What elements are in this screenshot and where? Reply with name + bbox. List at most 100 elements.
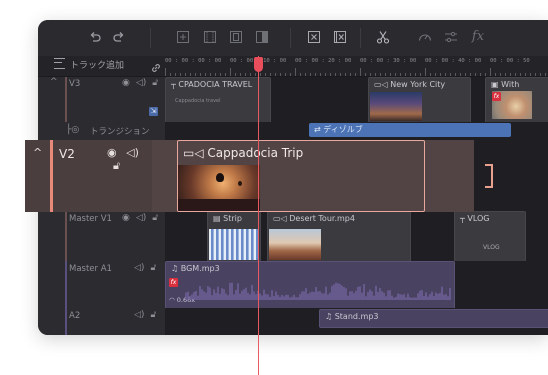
ruler-tick	[520, 73, 521, 76]
clip-vlog[interactable]: ┬ VLOG VLOG	[454, 211, 526, 262]
clip-strip[interactable]: ▤ Strip	[207, 211, 261, 262]
ruler-tick	[485, 73, 486, 76]
ruler-tick	[470, 73, 471, 76]
clip-cappadocia-travel[interactable]: ┬ CPADOCIA TRAVEL Cappadocia travel	[165, 77, 271, 123]
ruler-tick	[505, 73, 506, 76]
add-track-button[interactable]: トラック追加	[54, 58, 124, 71]
ruler-tick	[290, 73, 291, 76]
delete-icon[interactable]	[306, 29, 322, 45]
collapse-icon[interactable]: ^	[33, 146, 42, 159]
collapse-icon[interactable]: ^	[50, 77, 58, 87]
track-lane-master-v1[interactable]: ▤ Strip ▭◁ Desert Tour.mp4 ┬ VLOG VLOG	[165, 211, 548, 262]
ruler-tick	[315, 73, 316, 76]
clip-new-york-city[interactable]: ▭◁ New York City	[368, 77, 471, 123]
track-lane-master-a1[interactable]: ♫ BGM.mp3 fx ◠ 0.66x	[165, 261, 548, 309]
ruler-tick	[465, 73, 466, 76]
track-color-bar	[65, 308, 67, 335]
clip-stand[interactable]: ♫ Stand.mp3	[319, 309, 548, 328]
ruler-tick	[360, 68, 361, 76]
clip-bgm[interactable]: ♫ BGM.mp3 fx ◠ 0.66x	[165, 261, 455, 309]
mute-icon[interactable]: ◁)	[136, 78, 146, 88]
ruler-tick	[200, 73, 201, 76]
ruler-tick	[300, 73, 301, 76]
ruler-tick	[210, 73, 211, 76]
panel-icon[interactable]	[254, 29, 270, 45]
link-icon[interactable]	[150, 59, 162, 72]
ruler-tick	[415, 73, 416, 76]
ruler-tick	[540, 73, 541, 76]
clip-dissolve[interactable]: ⇄ ディゾルブ	[309, 123, 511, 137]
strip-thumbnail	[209, 229, 259, 260]
clip-desert-tour[interactable]: ▭◁ Desert Tour.mp4	[267, 211, 411, 262]
ruler-tick	[545, 73, 546, 76]
lock-icon[interactable]: 🔓︎	[152, 78, 158, 88]
visibility-icon[interactable]: ◉	[122, 78, 130, 88]
track-lane-v2[interactable]: ▭◁ Cappadocia Trip	[152, 140, 474, 212]
track-lane-transition[interactable]: ⇄ ディゾルブ	[165, 122, 548, 139]
ruler-tick	[535, 73, 536, 76]
ruler-tick	[245, 73, 246, 76]
ruler-tick	[435, 73, 436, 76]
ruler-tick	[250, 73, 251, 76]
clip-with[interactable]: ▣ With fx	[485, 77, 548, 123]
ruler-tick	[405, 73, 406, 76]
track-controls: ◉ ◁) 🔓︎	[116, 78, 158, 88]
ruler-tick	[490, 68, 491, 76]
new-york-thumbnail	[370, 92, 422, 121]
track-lane-v3[interactable]: ┬ CPADOCIA TRAVEL Cappadocia travel ▭◁ N…	[165, 77, 548, 123]
clip-title: ▭◁ Cappadocia Trip	[183, 146, 303, 160]
playhead-line	[258, 56, 259, 375]
clip-cappadocia-trip[interactable]: ▭◁ Cappadocia Trip	[177, 140, 425, 212]
ruler-tick	[335, 73, 336, 76]
ruler-tick	[330, 73, 331, 76]
balloon-shape	[216, 173, 224, 182]
clip-title-text: Cappadocia Trip	[207, 146, 304, 160]
lock-icon[interactable]: 🔓︎	[150, 310, 156, 320]
track-header-master-v1: Master V1 ◉ ◁) 🔓︎	[38, 211, 166, 261]
ruler-tick	[370, 73, 371, 76]
effects-fx-icon[interactable]: fx	[470, 29, 486, 45]
trim-handle[interactable]	[485, 164, 493, 188]
mute-icon[interactable]: ◁)	[134, 310, 144, 320]
keyframe-icon[interactable]: ⇲	[149, 107, 158, 116]
ruler-tick	[450, 73, 451, 76]
undo-icon[interactable]	[87, 29, 103, 45]
mute-icon[interactable]: ◁)	[134, 263, 144, 273]
ruler-tick	[310, 73, 311, 76]
delete-gap-icon[interactable]	[332, 29, 348, 45]
track-transition: ├◎ トランジション ⇄ ディゾルブ	[38, 122, 548, 140]
ruler-tick	[185, 73, 186, 76]
time-ruler[interactable]: 00 : 00 : 00 : 00 00 : 00 : 10 : 00 00 :…	[165, 56, 548, 76]
ruler-tick	[265, 73, 266, 76]
speed-icon[interactable]	[417, 29, 433, 45]
clip-title-text: Desert Tour.mp4	[289, 214, 355, 223]
track-color-bar	[65, 261, 67, 308]
lock-icon[interactable]: 🔓︎	[150, 263, 156, 273]
track-lane-a2[interactable]: ♫ Stand.mp3	[165, 308, 548, 335]
lock-icon[interactable]: 🔓︎	[113, 159, 120, 172]
playhead[interactable]	[254, 57, 263, 72]
toolbar-divider	[290, 28, 291, 48]
filmstrip-icon[interactable]	[202, 29, 218, 45]
ruler-tick	[235, 73, 236, 76]
track-controls: ◉ ◁) 🔓︎	[116, 213, 158, 223]
split-frame-icon[interactable]	[228, 29, 244, 45]
ruler-tick	[430, 73, 431, 76]
scissors-icon[interactable]	[375, 29, 391, 45]
visibility-icon[interactable]: ◉	[122, 213, 130, 223]
fx-badge: fx	[492, 92, 501, 101]
ruler-tick	[215, 73, 216, 76]
lock-icon[interactable]: 🔓︎	[152, 213, 158, 223]
mute-icon[interactable]: ◁)	[136, 213, 146, 223]
mute-icon[interactable]: ◁)	[126, 146, 139, 159]
audio-adjust-icon[interactable]	[443, 29, 459, 45]
add-clip-icon[interactable]	[175, 29, 191, 45]
track-controls: ◉ ◁) 🔓︎	[107, 146, 152, 173]
ruler-tick	[455, 73, 456, 76]
visibility-icon[interactable]: ◉	[107, 146, 117, 159]
ruler-tick	[495, 73, 496, 76]
filmstrip-icon: ▤	[213, 214, 221, 223]
music-icon: ♫	[325, 312, 333, 321]
redo-icon[interactable]	[111, 29, 127, 45]
clip-title-text: With	[501, 80, 520, 89]
